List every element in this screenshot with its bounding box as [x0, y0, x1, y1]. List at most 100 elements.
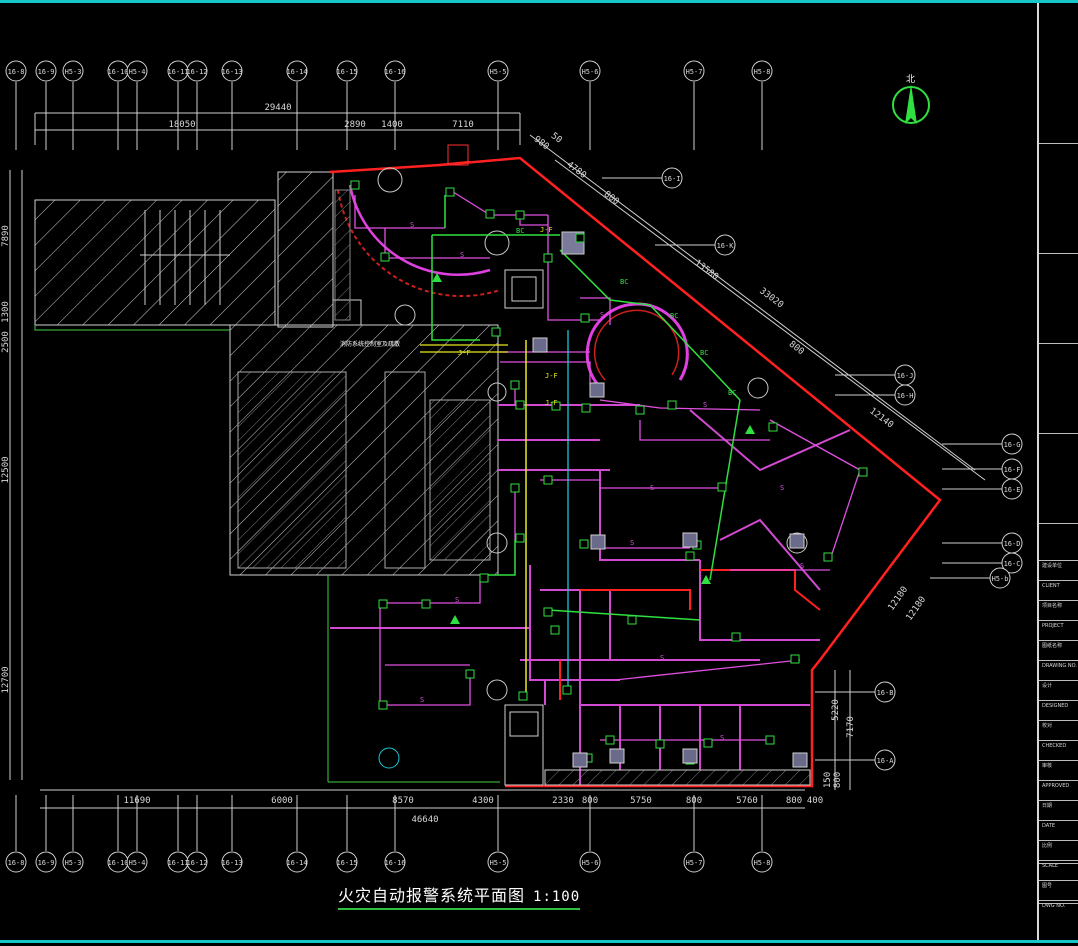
smoke-detector-icon — [515, 210, 525, 220]
title-block-divider — [1039, 903, 1078, 904]
smoke-detector-icon — [823, 552, 833, 562]
wire-label: S — [410, 221, 414, 229]
dim-left: 2500 — [1, 331, 11, 353]
smoke-detector-icon — [667, 400, 677, 410]
axis-label: 16-13 — [221, 859, 242, 867]
title-block-divider — [1039, 740, 1078, 741]
title-block-divider — [1039, 433, 1078, 434]
axis-label: H5-7 — [686, 859, 703, 867]
smoke-detector-icon — [717, 482, 727, 492]
axis-label: 16-10 — [107, 68, 128, 76]
module-icon — [682, 532, 698, 548]
title-block-text: DRAWING NO. — [1042, 663, 1077, 669]
axis-label: 16-A — [877, 757, 895, 765]
axis-label: 16-J — [897, 372, 914, 380]
axis-label: 16-9 — [38, 68, 55, 76]
module-icon — [572, 752, 588, 768]
drawing-title-text: 火灾自动报警系统平面图 — [338, 886, 526, 905]
title-block-text: 比例 — [1042, 843, 1053, 849]
wire-label: S — [800, 562, 804, 570]
dim-bottom: 5760 — [736, 796, 758, 806]
dim-bottom: 8570 — [392, 796, 414, 806]
dim-bottom: 800 — [582, 796, 598, 806]
dim-diagonal: 13580 — [692, 258, 720, 282]
axis-label: 16-E — [1004, 486, 1021, 494]
title-block-text: DATE — [1042, 823, 1056, 829]
axis-label: H5-6 — [582, 68, 599, 76]
smoke-detector-icon — [378, 700, 388, 710]
jf-label: J-F — [545, 399, 558, 407]
smoke-detector-icon — [465, 669, 475, 679]
axis-label: 16-B — [877, 689, 894, 697]
smoke-detector-icon — [858, 467, 868, 477]
title-block-divider — [1039, 580, 1078, 581]
title-block-text: APPROVED — [1042, 783, 1070, 789]
title-block-divider — [1039, 820, 1078, 821]
wire-label: S — [455, 596, 459, 604]
axis-label: H5-5 — [490, 859, 507, 867]
axis-label: 16-8 — [8, 68, 25, 76]
axis-label: H5-7 — [686, 68, 703, 76]
axis-label: 16-12 — [186, 859, 207, 867]
axis-label: 16-D — [1004, 540, 1021, 548]
axis-label: 16-F — [1004, 466, 1021, 474]
smoke-detector-icon — [518, 691, 528, 701]
title-block-divider — [1039, 143, 1078, 144]
north-arrow-icon — [892, 84, 930, 124]
smoke-detector-icon — [485, 209, 495, 219]
hatched-left-block — [34, 171, 499, 576]
axis-label: 16-10 — [107, 859, 128, 867]
axis-label: H5-4 — [129, 859, 146, 867]
smoke-detector-icon — [491, 327, 501, 337]
dim-diagonal: 980 — [532, 135, 551, 153]
dim-left: 12500 — [1, 456, 11, 483]
axis-label: 16-C — [1004, 560, 1021, 568]
title-block-text: 日期 — [1042, 803, 1053, 809]
dim-diagonal: 800 — [787, 340, 806, 358]
axis-label: 16-I — [664, 175, 681, 183]
smoke-detector-icon — [479, 573, 489, 583]
center-room-note: 消防系统控制室及疏散 — [340, 341, 401, 348]
dim-top: 2890 — [344, 120, 366, 130]
smoke-detector-icon — [575, 233, 585, 243]
title-block-text: 图纸名称 — [1042, 643, 1063, 649]
smoke-detector-icon — [581, 403, 591, 413]
smoke-detector-icon — [350, 180, 360, 190]
bus-label: BC — [728, 389, 736, 397]
dim-left: 1300 — [1, 301, 11, 323]
dim-top: 18050 — [168, 120, 195, 130]
bus-label: BC — [670, 312, 678, 320]
title-block-divider — [1039, 840, 1078, 841]
axis-label: 16-13 — [221, 68, 242, 76]
smoke-detector-icon — [543, 607, 553, 617]
axis-label: H5-6 — [582, 859, 599, 867]
wire-label: S — [600, 311, 604, 319]
dim-diagonal: 33020 — [757, 286, 785, 310]
wire-label: S — [630, 539, 634, 547]
dim-top: 7110 — [452, 120, 474, 130]
title-block-text: 项目名称 — [1042, 603, 1063, 609]
title-block-text: 校对 — [1042, 723, 1053, 729]
drawing-title: 火灾自动报警系统平面图 1:100 — [338, 882, 581, 910]
title-block-text: CLIENT — [1042, 583, 1060, 589]
title-block-divider — [1039, 780, 1078, 781]
dim-top-total: 29440 — [264, 103, 291, 113]
dim-bottom: 4300 — [472, 796, 494, 806]
smoke-detector-icon — [550, 625, 560, 635]
smoke-detector-icon — [627, 615, 637, 625]
dim-bottom: 800 — [686, 796, 702, 806]
jf-label: J-F — [540, 226, 553, 234]
bus-label: BC — [700, 349, 708, 357]
dim-bottom: 5750 — [630, 796, 652, 806]
dim-right: 7170 — [846, 716, 856, 738]
axis-label: 16-G — [1004, 441, 1021, 449]
smoke-detector-icon — [445, 187, 455, 197]
title-block-text: 设计 — [1042, 683, 1053, 689]
title-block: 建设单位 CLIENT 项目名称 PROJECT 图纸名称 DRAWING NO. 设计 DE… — [1037, 3, 1078, 940]
dim-bottom-total: 46640 — [411, 815, 438, 825]
title-block-divider — [1039, 640, 1078, 641]
title-block-text: CHECKED — [1042, 743, 1067, 749]
axis-label: 16-14 — [286, 859, 307, 867]
axis-label: H5-8 — [754, 859, 771, 867]
smoke-detector-icon — [378, 599, 388, 609]
